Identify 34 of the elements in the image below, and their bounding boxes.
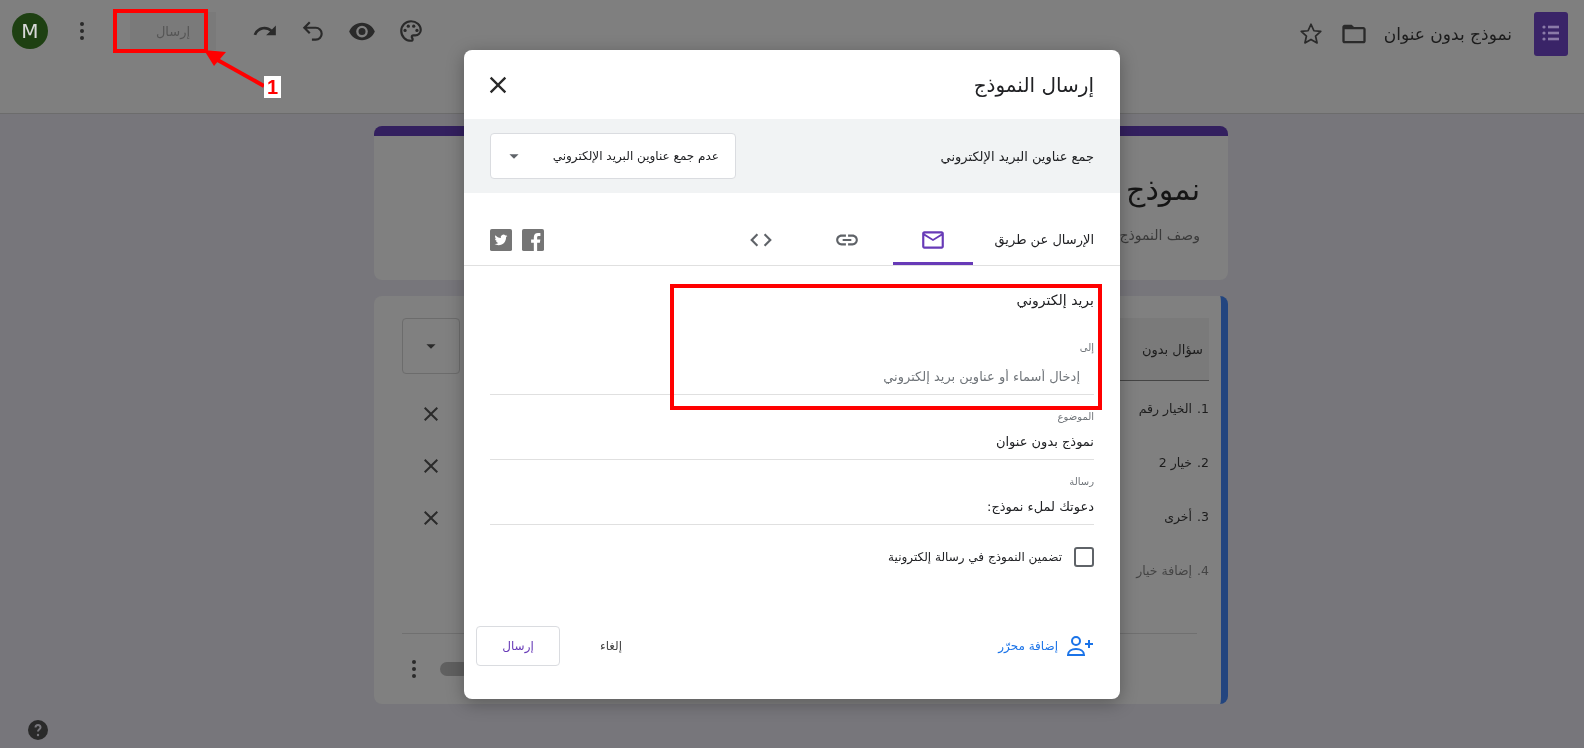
twitter-icon[interactable] xyxy=(490,229,512,251)
message-field[interactable]: دعوتك لملء نموذج: xyxy=(490,487,1094,525)
help-icon[interactable] xyxy=(26,718,50,742)
avatar[interactable]: M xyxy=(12,13,48,49)
email-heading: بريد إلكتروني xyxy=(1015,292,1094,308)
forms-logo-icon[interactable] xyxy=(1534,12,1568,56)
dialog-title: إرسال النموذج xyxy=(973,72,1094,97)
palette-icon[interactable] xyxy=(398,18,424,44)
include-form-checkbox[interactable] xyxy=(1074,547,1094,567)
collect-emails-label: جمع عناوين البريد الإلكتروني xyxy=(940,148,1094,164)
send-button[interactable]: إرسال xyxy=(476,626,560,666)
send-via-label: الإرسال عن طريق xyxy=(994,232,1094,247)
option-number: 3. xyxy=(1197,508,1209,524)
form-title[interactable]: نموذج بدون عنوان xyxy=(1383,24,1512,44)
option-label[interactable]: الخيار رقم xyxy=(1138,400,1193,416)
add-collaborators-button[interactable]: إضافة محرّر xyxy=(998,634,1094,658)
option-number: 1. xyxy=(1197,400,1209,416)
question-title-field[interactable]: سؤال بدون xyxy=(1117,318,1209,381)
message-label: رسالة xyxy=(1068,476,1094,487)
collect-emails-dropdown[interactable]: عدم جمع عناوين البريد الإلكتروني xyxy=(490,133,736,179)
add-option-link[interactable]: إضافة خيار xyxy=(1136,562,1193,578)
facebook-icon[interactable] xyxy=(522,229,544,251)
option-label[interactable]: خيار 2 xyxy=(1158,454,1193,470)
callout-number: 1 xyxy=(264,76,282,98)
option-number: 2. xyxy=(1197,454,1209,470)
add-person-icon[interactable] xyxy=(1066,634,1094,658)
subject-field[interactable]: نموذج بدون عنوان xyxy=(490,422,1094,460)
option-number: 4. xyxy=(1197,562,1209,578)
option-label[interactable]: أخرى xyxy=(1164,508,1193,524)
cancel-button[interactable]: إلغاء xyxy=(594,633,629,659)
star-icon[interactable] xyxy=(1297,21,1324,47)
subject-label: الموضوع xyxy=(1056,411,1094,422)
to-label: إلى xyxy=(1078,342,1094,353)
include-form-label: تضمين النموذج في رسالة إلكترونية xyxy=(888,550,1062,564)
